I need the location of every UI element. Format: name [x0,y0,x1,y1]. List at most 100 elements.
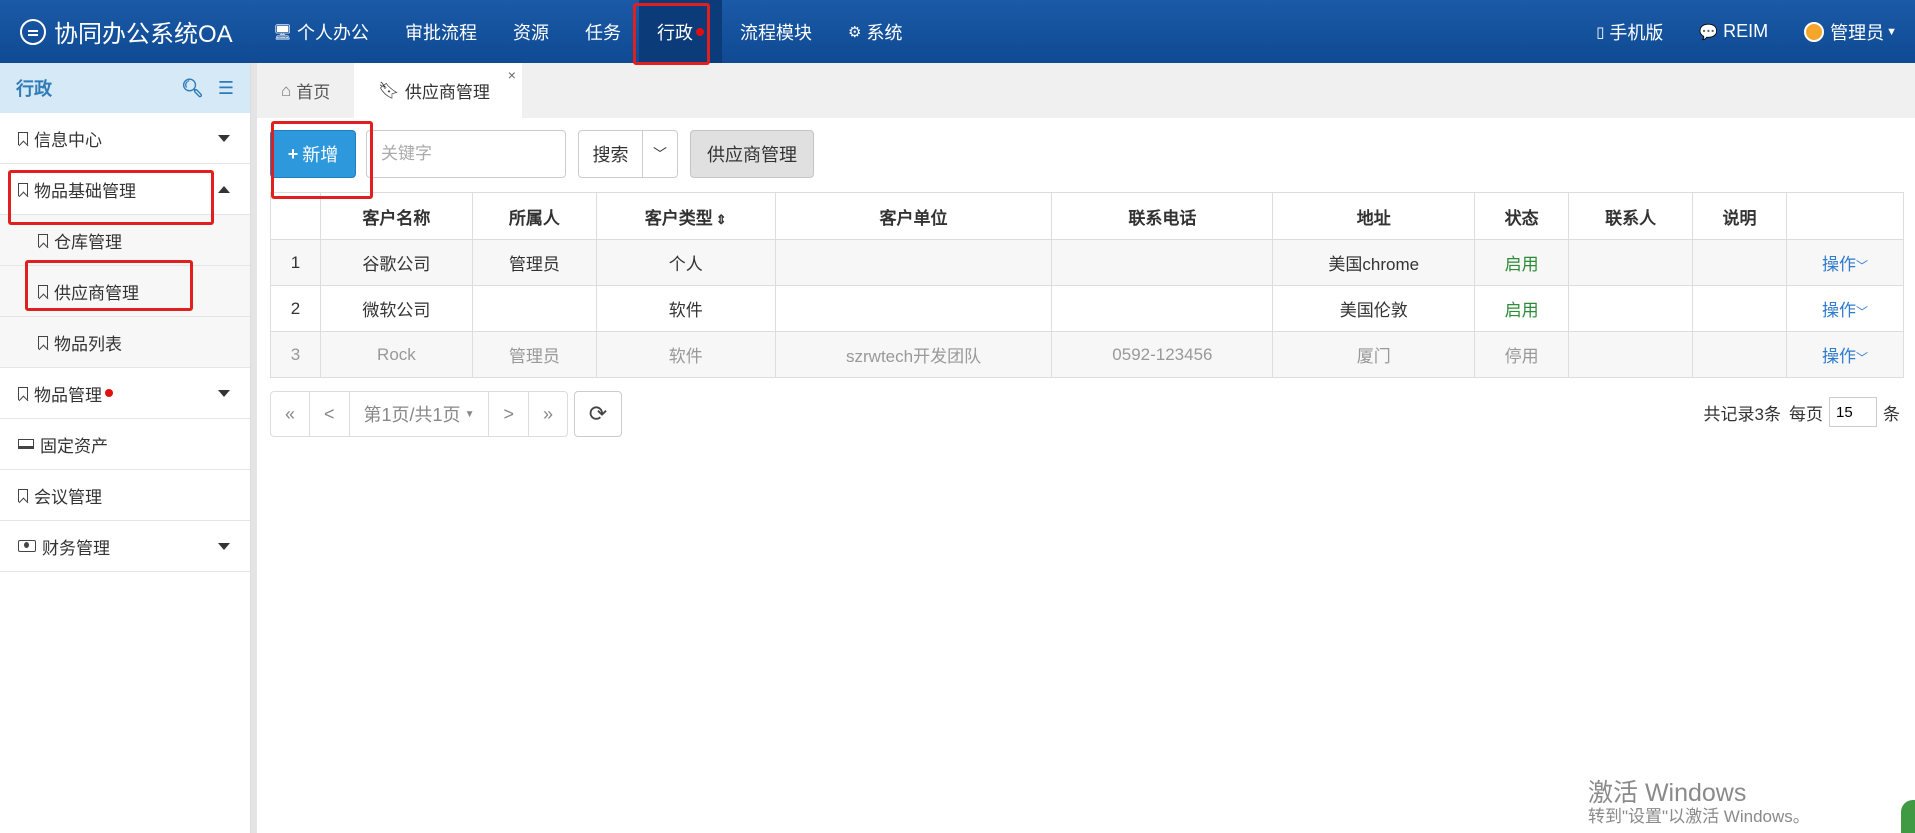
cell-name: 微软公司 [319,285,473,332]
chevron-down-icon: ▼ [1886,25,1897,38]
status-badge: 启用 [1474,239,1570,286]
cell-description [1692,239,1787,286]
sidebar-item-info-center[interactable]: 信息中心 [0,113,250,164]
col-actions [1785,192,1905,240]
table-header-row: 客户名称 所属人 客户类型 ⇕ 客户单位 联系电话 地址 状态 联系人 说明 [270,192,1905,240]
table-row[interactable]: 2 微软公司 软件 美国伦敦 启用 操作﹀ [270,285,1905,332]
cell-index: 1 [270,239,321,286]
bookmark-icon [18,488,28,502]
sidebar-item-warehouse[interactable]: 仓库管理 [0,215,250,266]
app-brand[interactable]: 协同办公系统OA [0,14,255,49]
table-row[interactable]: 3 Rock 管理员 软件 szrwtech开发团队 0592-123456 厦… [270,331,1905,378]
sidebar-item-label: 会议管理 [34,487,102,507]
user-name: 管理员 [1830,22,1885,43]
nav-administration[interactable]: 行政 [639,0,723,63]
per-page-input[interactable] [1829,397,1877,427]
watermark-line2: 转到"设置"以激活 Windows。 [1588,806,1810,826]
sidebar-title: 行政 [16,79,52,99]
next-page-button[interactable]: > [488,391,529,437]
per-page-label: 每页 [1789,404,1823,424]
last-page-button[interactable]: » [527,391,568,437]
col-address[interactable]: 地址 [1272,192,1476,240]
keyword-search-input[interactable] [366,130,566,178]
caret-up-icon [218,185,230,193]
tab-home[interactable]: ⌂ 首页 [257,63,354,118]
cell-unit [774,285,1053,332]
search-icon[interactable]: 🔍︎ [181,78,204,99]
page-select[interactable]: 第1页/共1页 ▼ [348,391,490,437]
menu-icon[interactable]: ☰ [218,78,234,99]
caret-down-icon [218,389,230,397]
sidebar-splitter[interactable] [251,63,257,833]
cell-type: 个人 [595,239,776,286]
col-description[interactable]: 说明 [1692,192,1787,240]
toolbar: + 新增 搜索 ﹀ 供应商管理 [270,130,814,178]
nav-label: 个人办公 [297,22,370,43]
chevron-down-icon: ﹀ [1855,305,1868,319]
col-customer-unit[interactable]: 客户单位 [774,192,1053,240]
nav-approval-flow[interactable]: 审批流程 [387,0,495,63]
chevron-down-icon[interactable]: ﹀ [643,131,677,177]
sidebar-item-label: 物品管理 [34,385,102,405]
sidebar-item-label: 仓库管理 [54,232,122,252]
col-customer-type[interactable]: 客户类型 ⇕ [595,192,776,240]
col-label: 客户类型 [644,208,713,228]
search-button[interactable]: 搜索 [579,131,643,177]
first-page-button[interactable]: « [270,391,311,437]
nav-tasks[interactable]: 任务 [567,0,639,63]
close-icon[interactable]: × [508,67,516,83]
status-badge: 停用 [1474,331,1570,378]
sidebar-item-finance[interactable]: 财务管理 [0,521,250,572]
sidebar-item-fixed-assets[interactable]: 固定资产 [0,419,250,470]
user-menu[interactable]: 管理员 ▼ [1786,0,1915,63]
row-actions-dropdown[interactable]: 操作﹀ [1785,331,1905,378]
notification-dot [696,27,705,36]
sidebar-item-goods-basic[interactable]: 物品基础管理 [0,164,250,215]
col-owner[interactable]: 所属人 [471,192,597,240]
supplier-module-button[interactable]: 供应商管理 [690,130,814,178]
nav-system[interactable]: ⚙ 系统 [830,0,920,63]
caret-down-icon: ▼ [464,408,475,420]
sidebar-item-goods-management[interactable]: 物品管理 [0,368,250,419]
bookmark-icon [38,335,48,349]
col-status[interactable]: 状态 [1474,192,1570,240]
nav-reim[interactable]: 💬 REIM [1681,0,1786,63]
sidebar-item-label: 物品基础管理 [34,181,136,201]
col-phone[interactable]: 联系电话 [1051,192,1274,240]
sort-icon[interactable]: ⇕ [716,212,727,227]
nav-resources[interactable]: 资源 [495,0,567,63]
tab-label: 首页 [296,83,331,102]
avatar-icon [1804,21,1825,42]
add-button[interactable]: + 新增 [270,130,356,178]
cell-owner: 管理员 [471,239,597,286]
col-customer-name[interactable]: 客户名称 [319,192,473,240]
nav-process-module[interactable]: 流程模块 [722,0,830,63]
actions-label: 操作 [1821,255,1856,274]
chevron-down-icon: ﹀ [1855,259,1868,273]
table-row[interactable]: 1 谷歌公司 管理员 个人 美国chrome 启用 操作﹀ [270,239,1905,286]
tab-supplier-management[interactable]: 🔖︎ 供应商管理 × [354,63,522,118]
nav-label: REIM [1723,21,1769,41]
prev-page-button[interactable]: < [309,391,350,437]
money-icon [18,540,36,552]
gear-icon: ⚙ [848,23,862,41]
home-icon: ⌂ [281,80,292,100]
row-actions-dropdown[interactable]: 操作﹀ [1785,285,1905,332]
sidebar-item-goods-list[interactable]: 物品列表 [0,317,250,368]
caret-down-icon [218,134,230,142]
col-contact[interactable]: 联系人 [1568,192,1694,240]
sidebar-item-meetings[interactable]: 会议管理 [0,470,250,521]
cell-name: 谷歌公司 [319,239,473,286]
cell-phone [1051,239,1274,286]
total-records: 共记录3条 [1703,404,1781,424]
refresh-icon[interactable]: ⟳ [574,391,622,437]
sidebar-item-label: 固定资产 [40,436,108,456]
nav-mobile[interactable]: ▯ 手机版 [1578,0,1681,63]
right-nav: ▯ 手机版 💬 REIM 管理员 ▼ [1578,0,1915,63]
bookmark-icon [18,182,28,196]
nav-personal-office[interactable]: 🖥 个人办公 [255,0,387,63]
row-actions-dropdown[interactable]: 操作﹀ [1785,239,1905,286]
sidebar-item-supplier[interactable]: 供应商管理 [0,266,250,317]
plus-icon: + [287,143,299,164]
cell-index: 3 [270,331,321,378]
